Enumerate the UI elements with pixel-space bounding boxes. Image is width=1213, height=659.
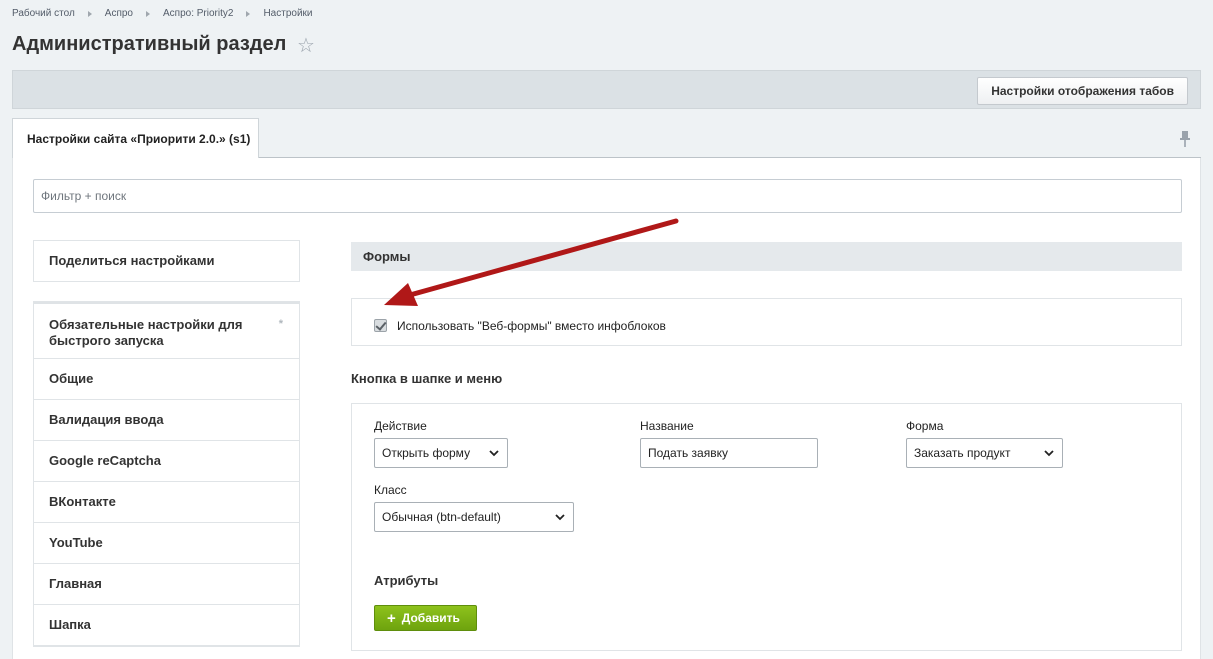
breadcrumb-item-aspro[interactable]: Аспро (105, 8, 133, 19)
header-button-fields: Действие Открыть форму Название Форма За… (351, 403, 1182, 651)
settings-panel: Поделиться настройками Обязательные наст… (12, 158, 1201, 659)
sidebar-item-header[interactable]: Шапка (34, 605, 299, 646)
star-icon[interactable]: ☆ (297, 34, 315, 58)
action-select[interactable]: Открыть форму (374, 438, 508, 468)
breadcrumb-separator-icon (246, 10, 251, 17)
chevron-down-icon (555, 514, 565, 521)
class-select-value: Обычная (btn-default) (382, 510, 501, 524)
action-select-value: Открыть форму (382, 446, 471, 460)
chevron-down-icon (489, 450, 499, 457)
tab-site-settings[interactable]: Настройки сайта «Приорити 2.0.» (s1) (12, 118, 259, 158)
filter-search-input[interactable] (33, 179, 1182, 213)
form-label: Форма (906, 419, 944, 433)
tabs-display-settings-button[interactable]: Настройки отображения табов (977, 77, 1188, 105)
sidebar-nav: Обязательные настройки для быстрого запу… (33, 301, 300, 647)
action-label: Действие (374, 419, 427, 433)
pin-icon[interactable] (1179, 130, 1191, 148)
plus-icon: + (387, 609, 396, 627)
sidebar-item-input-validation[interactable]: Валидация ввода (34, 400, 299, 441)
breadcrumb-item-priority2[interactable]: Аспро: Priority2 (163, 8, 233, 19)
sidebar-item-google-recaptcha[interactable]: Google reCaptcha (34, 441, 299, 482)
web-forms-option-box: Использовать "Веб-формы" вместо инфоблок… (351, 298, 1182, 346)
sidebar-item-vkontakte[interactable]: ВКонтакте (34, 482, 299, 523)
sidebar-item-main[interactable]: Главная (34, 564, 299, 605)
chevron-down-icon (1044, 450, 1054, 457)
form-select-value: Заказать продукт (914, 446, 1011, 460)
web-forms-checkbox[interactable] (374, 319, 387, 332)
class-select[interactable]: Обычная (btn-default) (374, 502, 574, 532)
sidebar-item-general[interactable]: Общие (34, 359, 299, 400)
section-header-forms: Формы (351, 242, 1182, 271)
required-mark-icon: * (278, 318, 283, 330)
header-button-section-title: Кнопка в шапке и меню (351, 371, 503, 386)
add-button-label: Добавить (401, 610, 460, 625)
add-attribute-button[interactable]: + Добавить (374, 605, 477, 631)
name-label: Название (640, 419, 694, 433)
share-settings-item[interactable]: Поделиться настройками (33, 240, 300, 282)
breadcrumb-separator-icon (87, 10, 92, 17)
sidebar-item-required-settings[interactable]: Обязательные настройки для быстрого запу… (34, 302, 299, 359)
form-select[interactable]: Заказать продукт (906, 438, 1063, 468)
attributes-title: Атрибуты (374, 573, 439, 588)
class-label: Класс (374, 483, 407, 497)
breadcrumb-item-desktop[interactable]: Рабочий стол (12, 8, 75, 19)
sidebar-item-label: Обязательные настройки для быстрого запу… (49, 317, 243, 348)
tab-bar: Настройки сайта «Приорити 2.0.» (s1) (12, 118, 1201, 158)
sidebar-item-youtube[interactable]: YouTube (34, 523, 299, 564)
toolbar: Настройки отображения табов (12, 70, 1201, 109)
breadcrumb: Рабочий стол Аспро Аспро: Priority2 Наст… (12, 8, 313, 19)
breadcrumb-separator-icon (146, 10, 150, 17)
web-forms-checkbox-label[interactable]: Использовать "Веб-формы" вместо инфоблок… (397, 319, 666, 333)
breadcrumb-item-settings[interactable]: Настройки (263, 8, 312, 19)
name-input[interactable] (640, 438, 818, 468)
page-title: Административный раздел (12, 33, 287, 55)
